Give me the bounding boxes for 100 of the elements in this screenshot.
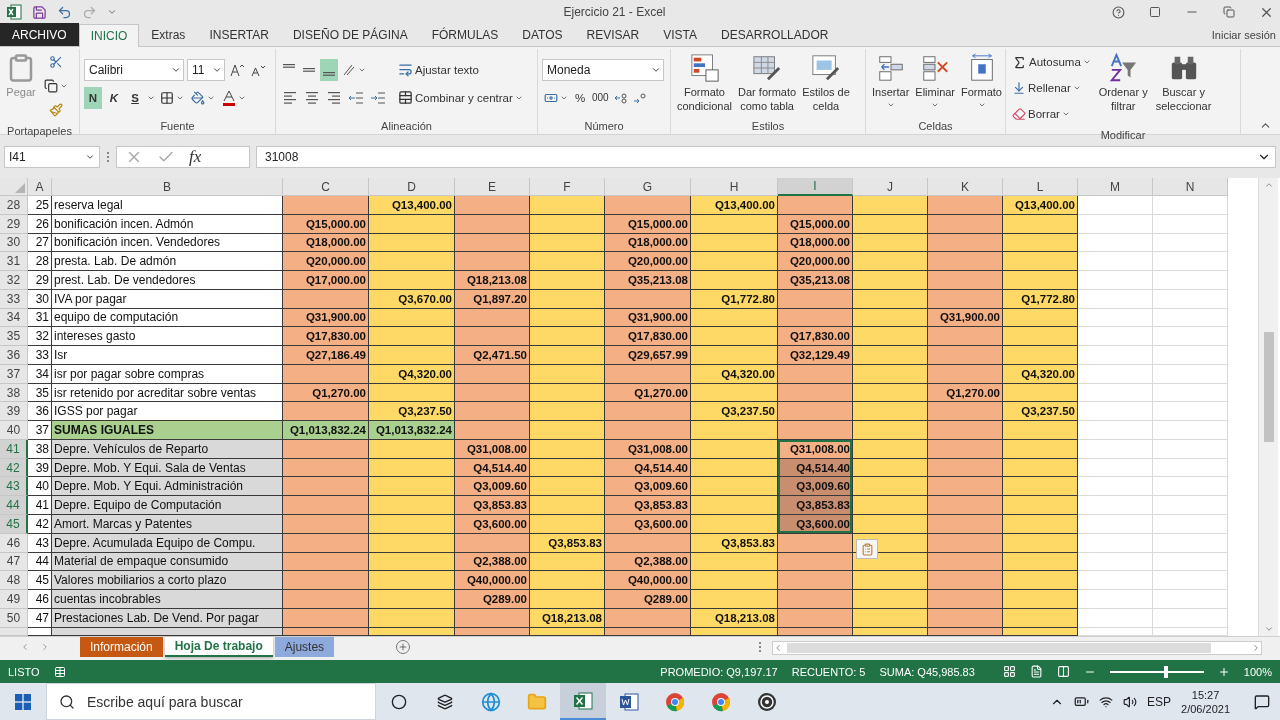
table-cell: Q3,600.00 xyxy=(605,515,691,534)
page-layout-icon[interactable] xyxy=(1029,665,1043,678)
zoom-thumb[interactable] xyxy=(1164,665,1169,678)
column-header[interactable]: C xyxy=(283,178,369,196)
ribbon-button[interactable]: Dar formato como tabla xyxy=(736,51,799,116)
horizontal-scrollbar[interactable] xyxy=(772,641,1262,655)
excel-button[interactable] xyxy=(560,683,606,720)
column-header[interactable]: H xyxy=(691,178,778,196)
paste-options-button[interactable] xyxy=(856,539,878,559)
macro-record-icon[interactable] xyxy=(53,665,66,678)
notifications-icon[interactable] xyxy=(1254,693,1270,710)
column-header[interactable]: B xyxy=(52,178,283,196)
scroll-left-icon[interactable] xyxy=(773,643,783,653)
plus-icon xyxy=(398,642,409,652)
sheet-tab[interactable]: Información xyxy=(80,637,163,657)
network-icon[interactable] xyxy=(1099,694,1114,709)
row-header[interactable]: 36 xyxy=(0,346,28,365)
merge-center-button[interactable]: Combinar y centrar xyxy=(396,86,525,109)
ribbon-button[interactable]: Ordenar y filtrar xyxy=(1096,51,1150,125)
table-cell: reserva legal xyxy=(52,196,283,215)
row-header[interactable]: 44 xyxy=(0,496,28,515)
row-header[interactable]: 45 xyxy=(0,515,28,534)
language-indicator[interactable]: ESP xyxy=(1147,694,1172,709)
battery-icon[interactable] xyxy=(1074,694,1090,709)
sheet-tab[interactable]: Hoja De trabajo xyxy=(164,637,273,657)
ribbon-tab[interactable]: DATOS xyxy=(510,23,575,46)
row-header[interactable]: 35 xyxy=(0,327,28,347)
ribbon-display-icon[interactable] xyxy=(1149,6,1161,18)
ribbon-tab[interactable]: Extras xyxy=(139,23,198,46)
status-average: PROMEDIO: Q9,197.17 xyxy=(660,665,778,678)
column-header[interactable]: I xyxy=(778,178,853,196)
ribbon-button[interactable]: Formato condicional xyxy=(675,51,735,116)
taskbar-search-field[interactable]: Escribe aquí para buscar xyxy=(46,683,376,720)
ribbon-tab[interactable]: VISTA xyxy=(651,23,710,46)
row-header[interactable]: 28 xyxy=(0,196,28,215)
column-header[interactable]: D xyxy=(369,178,455,196)
page-break-icon[interactable] xyxy=(1056,665,1070,678)
column-header[interactable]: N xyxy=(1153,178,1228,196)
ribbon-button[interactable]: Eliminar xyxy=(913,51,958,116)
undo-icon[interactable] xyxy=(57,4,72,20)
restore-icon[interactable] xyxy=(1223,6,1235,18)
number-format-select[interactable]: Moneda xyxy=(542,58,664,81)
bold-button[interactable]: N xyxy=(84,86,102,109)
group-label: Celdas xyxy=(917,119,954,134)
column-header[interactable]: M xyxy=(1078,178,1153,196)
row-header[interactable]: 32 xyxy=(0,271,28,290)
ribbon-tab[interactable]: INSERTAR xyxy=(197,23,281,46)
ribbon-tab[interactable]: INICIO xyxy=(78,24,140,47)
ribbon-button[interactable]: Estilos de celda xyxy=(800,51,852,116)
clock[interactable]: 15:27 2/06/2021 xyxy=(1181,687,1230,716)
ribbon-button[interactable]: Formato xyxy=(959,51,1004,116)
clear-button[interactable]: Borrar xyxy=(1010,103,1093,125)
table-cell: 32 xyxy=(28,327,52,347)
ribbon-tab[interactable]: DISEÑO DE PÁGINA xyxy=(280,23,420,46)
underline-button[interactable]: S xyxy=(126,86,144,109)
row-header[interactable]: 48 xyxy=(0,571,28,591)
thousands-button[interactable]: 000 xyxy=(590,86,611,109)
column-header[interactable]: G xyxy=(605,178,691,196)
column-header[interactable]: F xyxy=(530,178,605,196)
row-header[interactable]: 49 xyxy=(0,590,28,609)
column-header[interactable]: E xyxy=(455,178,530,196)
ribbon-tab[interactable]: FÓRMULAS xyxy=(419,23,511,46)
column-header[interactable]: J xyxy=(853,178,928,196)
font-size-select[interactable]: 11 xyxy=(187,58,225,81)
sign-in-link[interactable]: Iniciar sesión xyxy=(1211,29,1276,41)
font-name-select[interactable]: Calibri xyxy=(84,58,184,81)
help-icon[interactable] xyxy=(1112,5,1125,19)
row-header[interactable]: 40 xyxy=(0,421,28,440)
scrollbar-thumb[interactable] xyxy=(787,643,1211,653)
autosum-button[interactable]: Autosuma xyxy=(1010,51,1093,73)
row-header[interactable]: 31 xyxy=(0,252,28,272)
percent-button[interactable]: % xyxy=(571,86,589,109)
ribbon-button[interactable]: Insertar xyxy=(870,51,912,116)
row-header[interactable]: 43 xyxy=(0,477,28,497)
row-header[interactable]: 39 xyxy=(0,402,28,422)
insert-function-button[interactable]: fx xyxy=(189,146,202,167)
sheet-tab[interactable]: Ajustes xyxy=(274,637,335,657)
scrollbar-thumb[interactable] xyxy=(1263,332,1274,442)
normal-view-icon[interactable] xyxy=(1002,665,1016,678)
volume-icon[interactable] xyxy=(1123,694,1138,709)
vertical-scrollbar[interactable] xyxy=(1258,178,1278,636)
ribbon-tab[interactable]: DESARROLLADOR xyxy=(709,23,841,46)
align-bottom-button[interactable] xyxy=(320,58,338,81)
fill-button[interactable]: Rellenar xyxy=(1010,77,1093,99)
wrap-text-button[interactable]: Ajustar texto xyxy=(396,58,525,81)
italic-button[interactable]: K xyxy=(105,86,123,109)
search-input[interactable]: Escribe aquí para buscar xyxy=(85,692,363,711)
column-header[interactable]: K xyxy=(928,178,1003,196)
column-header[interactable]: A xyxy=(28,178,52,196)
column-header[interactable]: L xyxy=(1003,178,1078,196)
scroll-right-icon[interactable] xyxy=(1251,643,1261,653)
customize-toolbar-icon[interactable] xyxy=(107,7,117,17)
ribbon-tab[interactable]: ARCHIVO xyxy=(0,23,79,46)
ribbon-button[interactable]: Buscar y seleccionar xyxy=(1153,51,1214,125)
excel-logo-icon xyxy=(6,4,22,20)
save-icon[interactable] xyxy=(32,4,47,20)
formula-field[interactable]: 31008 xyxy=(256,145,1276,168)
zoom-in-icon[interactable] xyxy=(1217,665,1230,678)
ribbon-tab[interactable]: REVISAR xyxy=(574,23,652,46)
name-box[interactable]: I41 xyxy=(4,145,100,168)
